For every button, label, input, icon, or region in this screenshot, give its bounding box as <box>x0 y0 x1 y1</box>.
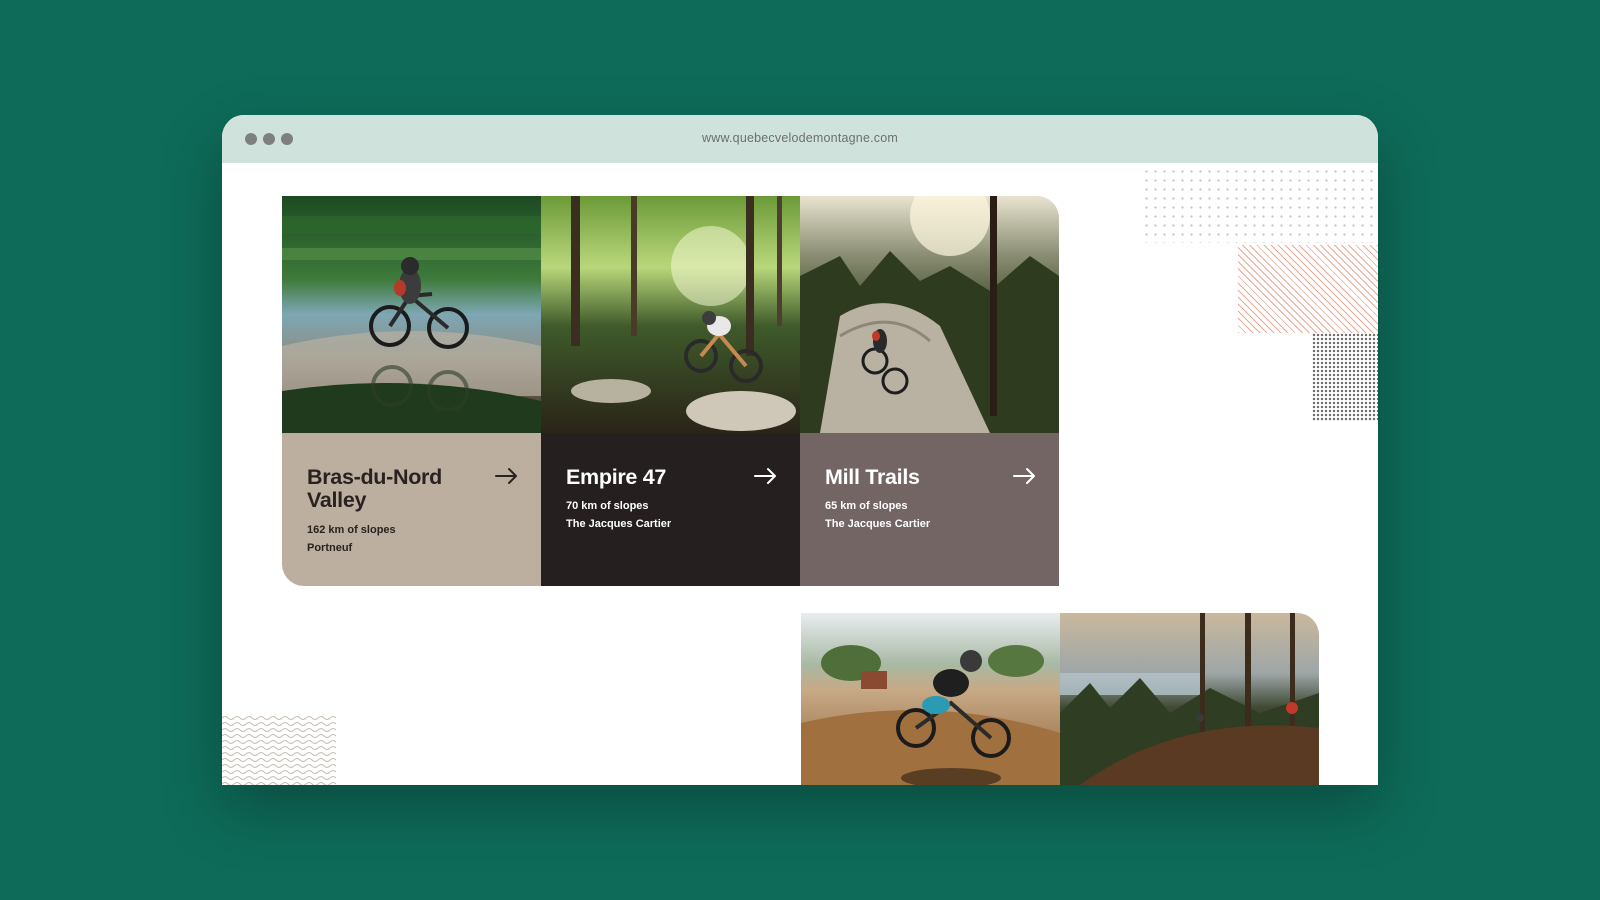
trail-name: Empire 47 <box>566 465 667 489</box>
trail-name: Mill Trails <box>825 465 920 489</box>
trail-photo-mill-trails <box>800 196 1059 433</box>
trail-card-empire-47[interactable]: Empire 47 70 km of slopes The Jacques Ca… <box>541 196 800 586</box>
trail-info-bras-du-nord: Bras-du-Nord Valley 162 km of slopes Por… <box>282 433 541 586</box>
trail-distance: 70 km of slopes <box>566 500 649 512</box>
trail-photo-pump-track[interactable] <box>801 613 1060 785</box>
decorative-dense-dot-pattern <box>1312 333 1378 421</box>
decorative-stripe-pattern <box>1238 245 1378 333</box>
trail-distance: 162 km of slopes <box>307 524 396 536</box>
trail-photo-sunset-berm[interactable] <box>1060 613 1319 785</box>
address-bar-url[interactable]: www.quebecvelodemontagne.com <box>222 131 1378 145</box>
arrow-right-icon[interactable] <box>753 467 779 485</box>
trail-distance: 65 km of slopes <box>825 500 908 512</box>
browser-window: www.quebecvelodemontagne.com Bras-du-Nor… <box>222 115 1378 785</box>
trail-photo-empire-47 <box>541 196 800 433</box>
trail-photo-row <box>801 613 1319 785</box>
trail-card-bras-du-nord[interactable]: Bras-du-Nord Valley 162 km of slopes Por… <box>282 196 541 586</box>
trail-photo-bras-du-nord <box>282 196 541 433</box>
decorative-wave-pattern <box>222 715 336 785</box>
trail-info-mill-trails: Mill Trails 65 km of slopes The Jacques … <box>800 433 1059 586</box>
trail-region: The Jacques Cartier <box>825 518 931 530</box>
browser-titlebar: www.quebecvelodemontagne.com <box>222 115 1378 163</box>
trail-region: Portneuf <box>307 542 353 554</box>
arrow-right-icon[interactable] <box>1012 467 1038 485</box>
trail-card-mill-trails[interactable]: Mill Trails 65 km of slopes The Jacques … <box>800 196 1059 586</box>
arrow-right-icon[interactable] <box>494 467 520 485</box>
trail-details: 70 km of slopes The Jacques Cartier <box>566 497 671 533</box>
trail-cards: Bras-du-Nord Valley 162 km of slopes Por… <box>282 196 1059 586</box>
trail-details: 162 km of slopes Portneuf <box>307 521 396 557</box>
trail-info-empire-47: Empire 47 70 km of slopes The Jacques Ca… <box>541 433 800 586</box>
decorative-dot-pattern <box>1142 167 1374 243</box>
trail-name: Bras-du-Nord Valley <box>307 465 442 512</box>
trail-details: 65 km of slopes The Jacques Cartier <box>825 497 930 533</box>
trail-region: The Jacques Cartier <box>566 518 672 530</box>
